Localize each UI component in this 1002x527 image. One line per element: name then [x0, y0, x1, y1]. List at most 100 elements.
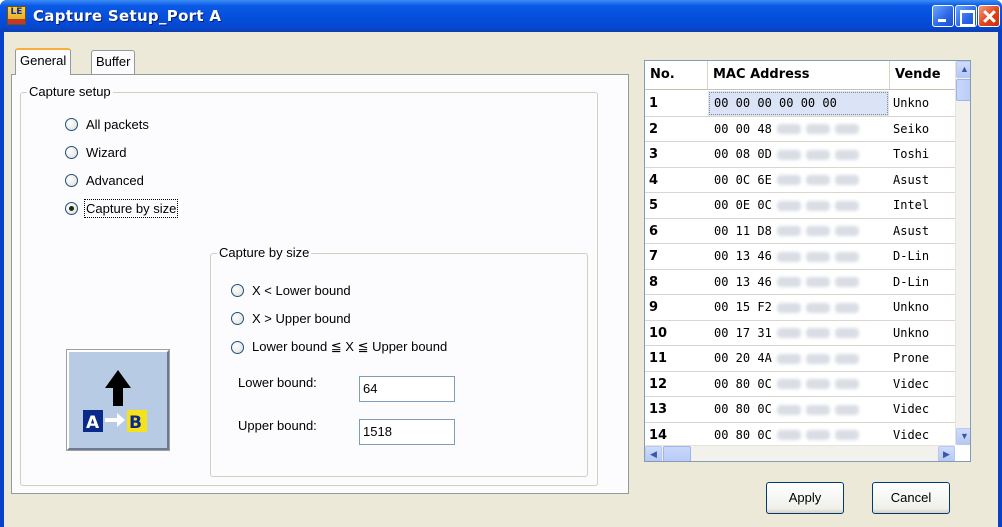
- redacted-octet: [776, 379, 801, 389]
- table-row[interactable]: 13 00 80 0C Videc: [645, 397, 955, 423]
- row-number: 2: [649, 121, 659, 137]
- table-row[interactable]: 2 00 00 48 Seiko: [645, 117, 955, 142]
- horizontal-scroll-thumb[interactable]: [663, 446, 691, 461]
- table-row[interactable]: 4 00 0C 6E Asust: [645, 168, 955, 193]
- radio-label: All packets: [86, 117, 149, 132]
- mac-address-text: 00 13 46: [714, 249, 772, 263]
- close-icon[interactable]: [978, 5, 1000, 27]
- window-title: Capture Setup_Port A: [33, 7, 222, 25]
- mac-address-cell: 00 80 0C: [708, 397, 889, 422]
- table-row[interactable]: 11 00 20 4A Prone: [645, 346, 955, 372]
- cancel-button[interactable]: Cancel: [872, 482, 950, 514]
- mac-address-cell: 00 0C 6E: [708, 168, 889, 193]
- scroll-down-icon[interactable]: ▼: [956, 428, 970, 445]
- redacted-octet: [834, 175, 859, 185]
- radio-button[interactable]: [65, 118, 78, 131]
- upper-bound-input[interactable]: 1518: [359, 419, 455, 445]
- redacted-octet: [776, 251, 801, 262]
- redacted-octet: [805, 175, 830, 185]
- table-row[interactable]: 7 00 13 46 D-Lin: [645, 244, 955, 270]
- table-row[interactable]: 3 00 08 0D Toshi: [645, 142, 955, 168]
- column-header-mac[interactable]: MAC Address: [708, 61, 890, 89]
- radio-label: X < Lower bound: [252, 283, 351, 298]
- radio-advanced[interactable]: Advanced: [65, 173, 144, 188]
- table-row[interactable]: 10 00 17 31 Unkno: [645, 321, 955, 346]
- radio-label: Lower bound ≦ X ≦ Upper bound: [252, 339, 448, 354]
- radio-button[interactable]: [231, 312, 244, 325]
- maximize-icon[interactable]: [955, 5, 977, 27]
- row-number: 10: [649, 325, 668, 341]
- column-header-no[interactable]: No.: [645, 61, 708, 89]
- table-row[interactable]: 5 00 0E 0C Intel: [645, 193, 955, 219]
- mac-address-text: 00 17 31: [714, 325, 772, 340]
- tab-buffer[interactable]: Buffer: [91, 50, 136, 74]
- capture-by-size-legend: Capture by size: [217, 245, 312, 260]
- mac-address-cell: 00 08 0D: [708, 142, 889, 167]
- radio-greater-than-bound[interactable]: X > Upper bound: [231, 311, 351, 326]
- vendor-cell: Asust: [893, 172, 930, 187]
- lower-bound-input[interactable]: 64: [359, 376, 455, 402]
- table-row[interactable]: 1 00 00 00 00 00 00 Unkno: [645, 91, 955, 117]
- radio-all-packets[interactable]: All packets: [65, 117, 149, 132]
- table-row[interactable]: 12 00 80 0C Videc: [645, 372, 955, 397]
- mac-address-table[interactable]: No. MAC Address Vende 1 00 00 00 00 00 00…: [644, 60, 971, 462]
- tab-general[interactable]: General: [15, 48, 72, 75]
- table-row[interactable]: 9 00 15 F2 Unkno: [645, 295, 955, 321]
- redacted-octet: [776, 277, 801, 287]
- radio-between-bounds[interactable]: Lower bound ≦ X ≦ Upper bound: [231, 339, 447, 355]
- minimize-icon[interactable]: [932, 5, 954, 27]
- row-number: 1: [649, 96, 659, 111]
- vendor-cell: Seiko: [893, 121, 930, 136]
- redacted-octet: [805, 302, 830, 313]
- radio-wizard[interactable]: Wizard: [65, 145, 126, 160]
- column-header-vendor[interactable]: Vende: [890, 61, 955, 89]
- redacted-octet: [834, 379, 859, 389]
- mac-address-cell: 00 11 D8: [708, 219, 889, 244]
- vendor-cell: Prone: [893, 351, 930, 365]
- table-row[interactable]: 8 00 13 46 D-Lin: [645, 270, 955, 295]
- mac-address-text: 00 00 48: [714, 121, 772, 136]
- redacted-octet: [805, 404, 830, 415]
- apply-button[interactable]: Apply: [766, 482, 844, 514]
- table-row[interactable]: 6 00 11 D8 Asust: [645, 219, 955, 244]
- radio-capture-by-size[interactable]: Capture by size: [65, 199, 179, 218]
- vertical-scroll-thumb[interactable]: [956, 79, 970, 101]
- mac-address-text: 00 0C 6E: [714, 172, 772, 187]
- vendor-cell: Unkno: [893, 300, 930, 314]
- scroll-left-icon[interactable]: ◀: [645, 446, 662, 461]
- vendor-cell: Unkno: [893, 96, 930, 110]
- app-icon[interactable]: LE: [7, 6, 26, 25]
- table-body: 1 00 00 00 00 00 00 Unkno 2 00 00 48 Seiko 3 00…: [645, 91, 955, 448]
- radio-button[interactable]: [65, 174, 78, 187]
- redacted-octet: [805, 251, 830, 262]
- row-number: 7: [649, 249, 659, 264]
- title-bar[interactable]: LE Capture Setup_Port A: [0, 0, 1002, 32]
- radio-button[interactable]: [231, 340, 244, 354]
- vertical-scrollbar[interactable]: ▲ ▼: [955, 61, 970, 445]
- mac-address-cell: 00 20 4A: [708, 346, 889, 371]
- mac-address-text: 00 13 46: [714, 274, 772, 289]
- scroll-right-icon[interactable]: ▶: [938, 446, 955, 461]
- mac-address-cell: 00 0E 0C: [708, 193, 889, 218]
- radio-lower-than-bound[interactable]: X < Lower bound: [231, 283, 351, 298]
- capture-setup-window: LE Capture Setup_Port A General Buffer C…: [0, 0, 1002, 527]
- radio-button[interactable]: [231, 284, 244, 297]
- radio-label: X > Upper bound: [252, 311, 351, 326]
- horizontal-scrollbar[interactable]: ◀ ▶: [645, 445, 955, 461]
- radio-button[interactable]: [65, 146, 78, 159]
- radio-label: Capture by size: [83, 199, 179, 218]
- redacted-octet: [834, 124, 859, 134]
- row-number: 9: [649, 300, 659, 315]
- redacted-octet: [805, 379, 830, 389]
- redacted-octet: [805, 226, 830, 236]
- row-number: 14: [649, 427, 668, 443]
- mac-address-cell: 00 80 0C: [708, 423, 889, 448]
- radio-label: Wizard: [86, 145, 127, 160]
- redacted-octet: [776, 404, 801, 415]
- vendor-cell: Unkno: [893, 325, 930, 340]
- scroll-up-icon[interactable]: ▲: [956, 61, 970, 78]
- mac-address-cell: 00 15 F2: [708, 295, 889, 320]
- vendor-cell: D-Lin: [893, 274, 930, 289]
- vendor-cell: Toshi: [893, 147, 930, 161]
- radio-button-checked[interactable]: [65, 202, 78, 215]
